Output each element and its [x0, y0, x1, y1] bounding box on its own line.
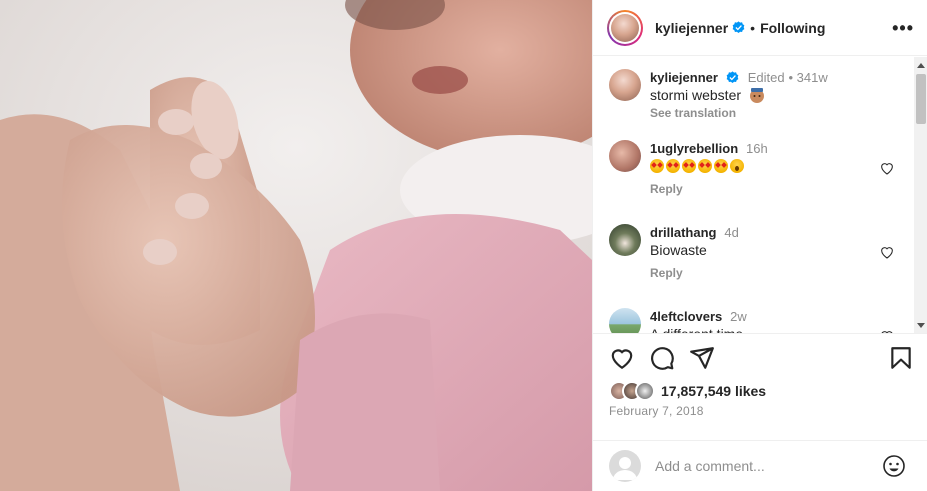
like-comment-heart-icon[interactable]: [879, 244, 895, 260]
comment-emoji-text: [650, 158, 880, 174]
caption-text: stormi webster: [650, 87, 742, 103]
post-header: kyliejenner • Following •••: [593, 0, 927, 56]
star-struck-emoji-icon: [682, 159, 696, 173]
see-translation-link[interactable]: See translation: [650, 106, 880, 120]
liker-avatar[interactable]: [635, 381, 655, 401]
like-comment-heart-icon[interactable]: [879, 328, 895, 334]
caption-edited: Edited: [747, 70, 785, 85]
emoji-picker-icon[interactable]: [882, 454, 906, 478]
author-avatar[interactable]: [607, 9, 643, 46]
comment-age[interactable]: 4d: [724, 225, 738, 240]
comment-age[interactable]: 16h: [746, 141, 768, 156]
add-comment-bar: [593, 440, 927, 491]
caption-username[interactable]: kyliejenner: [650, 70, 718, 85]
post-image[interactable]: [0, 0, 592, 491]
following-button[interactable]: Following: [760, 20, 825, 36]
commenter-avatar[interactable]: [609, 140, 641, 172]
default-user-icon: [613, 457, 637, 480]
verified-badge-icon: [726, 71, 739, 84]
astonished-emoji-icon: [730, 159, 744, 173]
scroll-down-arrow-icon[interactable]: [917, 323, 925, 328]
star-struck-emoji-icon: [666, 159, 680, 173]
separator-dot: •: [788, 70, 797, 85]
baby-emoji-icon: [749, 88, 764, 103]
caption: kyliejenner Edited • 341w stormi webster: [609, 69, 909, 129]
caption-age[interactable]: 341w: [797, 70, 828, 85]
commenter-avatar[interactable]: [609, 308, 641, 333]
save-bookmark-icon[interactable]: [888, 345, 914, 371]
more-options-icon[interactable]: •••: [892, 18, 914, 39]
reply-button[interactable]: Reply: [650, 182, 880, 196]
comment-text: A different time: [650, 326, 744, 334]
like-heart-icon[interactable]: [609, 345, 635, 371]
comment-item: drillathang 4d Biowaste Reply: [609, 224, 909, 294]
comment-username[interactable]: 4leftclovers: [650, 309, 722, 324]
star-struck-emoji-icon: [698, 159, 712, 173]
star-struck-emoji-icon: [650, 159, 664, 173]
comment-item: 1uglyrebellion 16h Reply: [609, 140, 909, 210]
scroll-up-arrow-icon[interactable]: [917, 63, 925, 68]
caption-avatar[interactable]: [609, 69, 641, 101]
scrollbar-thumb[interactable]: [916, 74, 926, 124]
comment-username[interactable]: 1uglyrebellion: [650, 141, 738, 156]
post-date: February 7, 2018: [609, 404, 704, 418]
comment-age[interactable]: 2w: [730, 309, 747, 324]
comments-section: kyliejenner Edited • 341w stormi webster: [593, 57, 927, 334]
comment-username[interactable]: drillathang: [650, 225, 716, 240]
likes-count[interactable]: 17,857,549 likes: [661, 383, 766, 399]
commenter-avatar[interactable]: [609, 224, 641, 256]
comment-item: 4leftclovers 2w A different time: [609, 308, 909, 334]
add-comment-input[interactable]: [655, 458, 870, 474]
comment-text: Biowaste: [650, 242, 707, 258]
likes-row: 17,857,549 likes: [609, 381, 766, 401]
star-struck-emoji-icon: [714, 159, 728, 173]
baby-hand-photo: [0, 0, 592, 491]
post-actions: [593, 345, 927, 377]
comments-scrollbar[interactable]: [914, 57, 927, 333]
separator-dot: •: [750, 19, 756, 36]
share-paper-plane-icon[interactable]: [689, 345, 715, 371]
post-detail-panel: kyliejenner • Following ••• kyliejenner …: [592, 0, 927, 491]
current-user-avatar: [609, 450, 641, 482]
author-username[interactable]: kyliejenner: [655, 20, 728, 36]
reply-button[interactable]: Reply: [650, 266, 880, 280]
comment-bubble-icon[interactable]: [649, 345, 675, 371]
verified-badge-icon: [732, 21, 745, 34]
like-comment-heart-icon[interactable]: [879, 160, 895, 176]
